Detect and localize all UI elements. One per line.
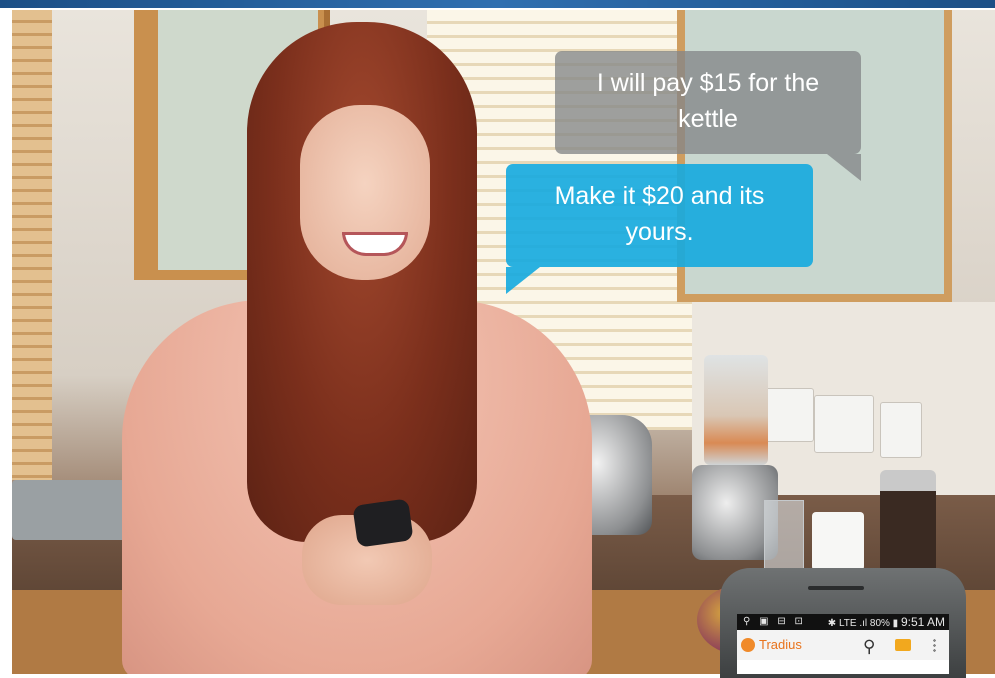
blender-jar — [704, 355, 768, 465]
phone-speaker — [808, 586, 864, 590]
top-border-bar — [0, 0, 995, 8]
seller-chat-bubble: Make it $20 and its yours. — [506, 164, 813, 294]
app-toolbar: Tradius ⚲ — [737, 630, 949, 660]
phone-status-bar: ⚲ ▣ ⊟ ⊡ ✱ LTE .ıl 80% ▮ 9:51 AM — [737, 614, 949, 630]
signal-battery-icons: ✱ LTE .ıl 80% ▮ — [827, 618, 901, 629]
phone-screen: ⚲ ▣ ⊟ ⊡ ✱ LTE .ıl 80% ▮ 9:51 AM Tradius … — [737, 614, 949, 674]
tradius-logo-icon — [741, 638, 755, 652]
status-time: 9:51 AM — [900, 615, 945, 629]
menu-icon[interactable] — [933, 638, 936, 652]
light-switch — [880, 402, 922, 458]
white-mug — [812, 512, 864, 574]
handheld-phone — [352, 498, 414, 548]
wall-outlet — [760, 388, 814, 442]
app-title: Tradius — [759, 637, 802, 652]
buyer-message-text: I will pay $15 for the kettle — [596, 69, 820, 133]
search-icon[interactable]: ⚲ — [863, 632, 875, 662]
seller-message-text: Make it $20 and its yours. — [554, 182, 765, 246]
window-blind-left — [12, 10, 52, 480]
image-frame: I will pay $15 for the kettle Make it $2… — [0, 0, 995, 678]
camera-icon[interactable] — [895, 639, 911, 651]
wall-outlet — [814, 395, 874, 453]
notification-icons: ⚲ ▣ ⊟ ⊡ — [743, 616, 806, 627]
woman-hair — [247, 22, 477, 542]
buyer-chat-bubble: I will pay $15 for the kettle — [555, 51, 861, 181]
